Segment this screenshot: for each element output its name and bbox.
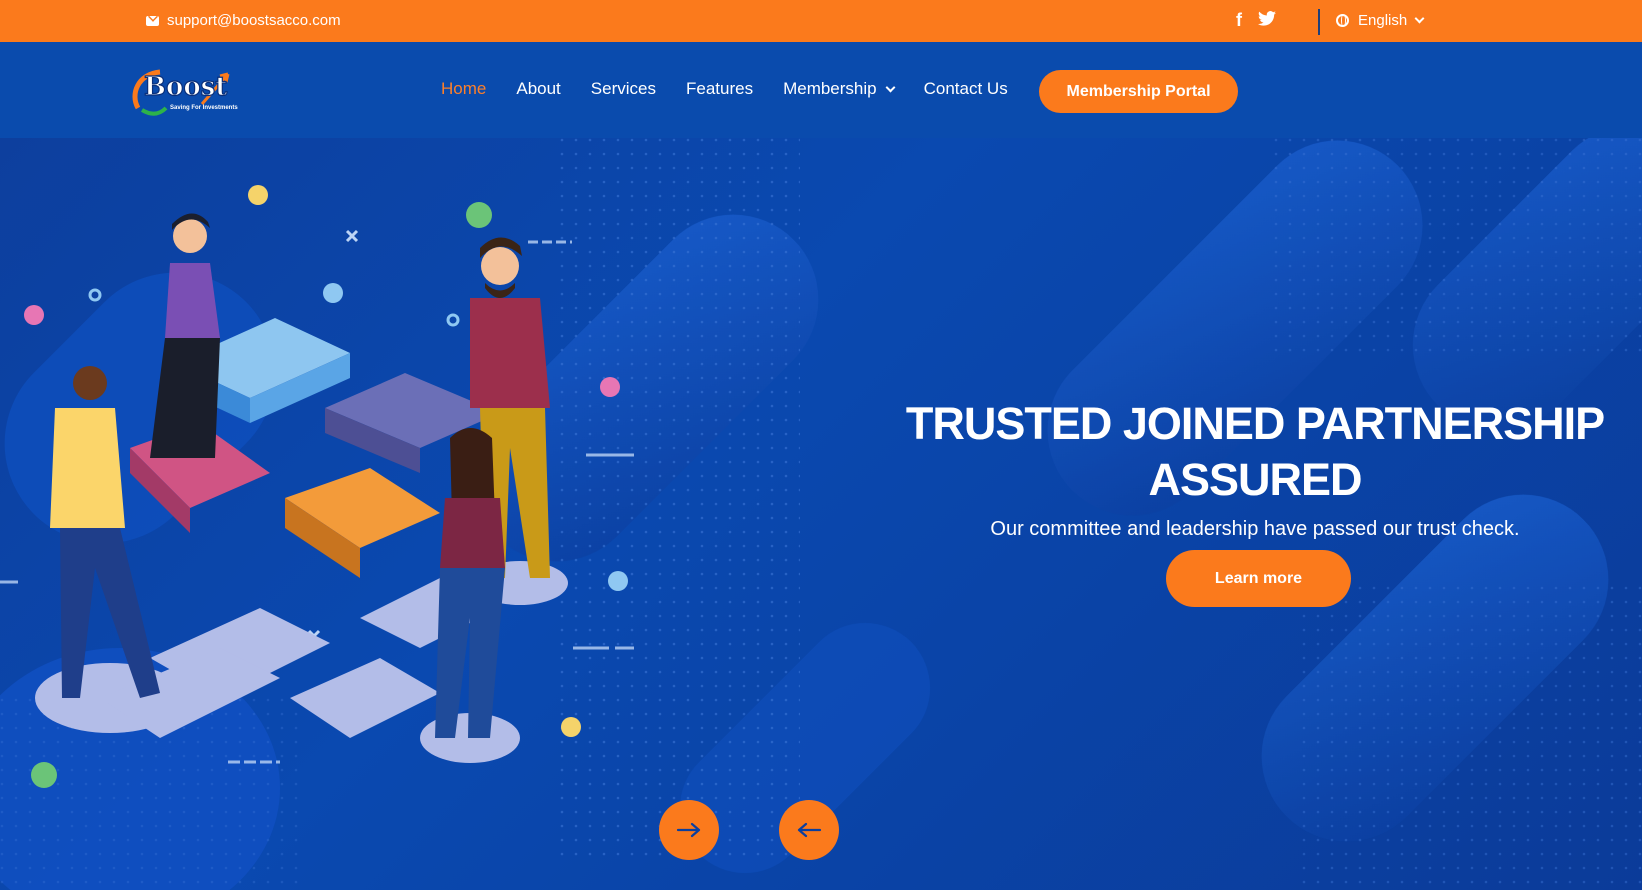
arrow-right-icon	[676, 822, 701, 838]
top-bar: support@boostsacco.com f English	[0, 0, 1642, 42]
learn-more-button[interactable]: Learn more	[1166, 550, 1351, 607]
hero-subtitle: Our committee and leadership have passed…	[990, 518, 1520, 540]
svg-text:Boost: Boost	[144, 72, 227, 102]
nav-item-about[interactable]: About	[516, 79, 560, 99]
slider-next-button[interactable]	[659, 800, 719, 860]
nav-menu: Home About Services Features Membership …	[441, 79, 1038, 99]
hero-title: TRUSTED JOINED PARTNERSHIP ASSURED	[900, 396, 1610, 508]
nav-item-membership-label: Membership	[783, 79, 877, 98]
arrow-left-icon	[797, 822, 822, 838]
nav-item-features[interactable]: Features	[686, 79, 753, 99]
chevron-down-icon	[1414, 13, 1425, 24]
main-navbar: Boost Saving For Investments Home About …	[0, 42, 1642, 138]
support-email[interactable]: support@boostsacco.com	[146, 12, 341, 29]
nav-item-home[interactable]: Home	[441, 79, 486, 99]
language-label: English	[1358, 12, 1408, 29]
nav-item-contact[interactable]: Contact Us	[924, 79, 1008, 99]
hero-background-illustration	[0, 138, 1642, 890]
envelope-icon	[146, 15, 159, 26]
svg-text:Saving For Investments: Saving For Investments	[170, 105, 238, 111]
chevron-down-icon	[885, 82, 896, 92]
hero-title-line1: TRUSTED JOINED PARTNERSHIP	[905, 398, 1605, 449]
globe-icon	[1336, 14, 1349, 27]
nav-item-membership[interactable]: Membership	[783, 79, 896, 99]
hero-title-line2: ASSURED	[1148, 454, 1362, 505]
nav-item-services[interactable]: Services	[591, 79, 656, 99]
support-email-text[interactable]: support@boostsacco.com	[167, 12, 341, 29]
brand-logo[interactable]: Boost Saving For Investments	[130, 64, 240, 118]
language-selector[interactable]: English	[1336, 12, 1425, 29]
hero-slider: TRUSTED JOINED PARTNERSHIP ASSURED Our c…	[0, 138, 1642, 890]
social-links: f	[1236, 10, 1276, 31]
topbar-divider	[1318, 9, 1320, 35]
slider-prev-button[interactable]	[779, 800, 839, 860]
facebook-icon[interactable]: f	[1236, 10, 1242, 31]
twitter-icon[interactable]	[1258, 10, 1276, 31]
membership-portal-button[interactable]: Membership Portal	[1039, 70, 1238, 113]
